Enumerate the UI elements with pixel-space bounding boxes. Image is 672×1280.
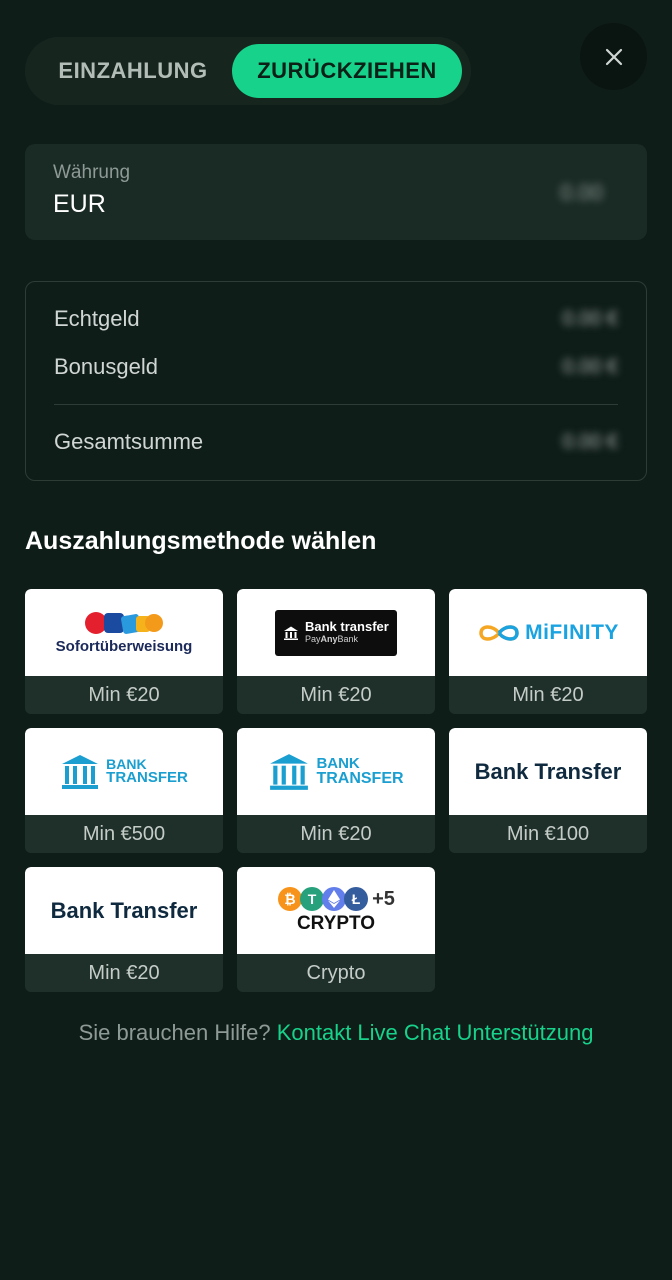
payment-method-grid: Sofortüberweisung Min €20 Bank transfer … [25, 589, 647, 992]
bank-transfer-text-logo: Bank Transfer [25, 867, 223, 954]
crypto-extra-count: +5 [372, 887, 395, 910]
section-title: Auszahlungsmethode wählen [25, 527, 377, 555]
method-min: Min €20 [512, 683, 584, 706]
tab-withdraw[interactable]: ZURÜCKZIEHEN [232, 44, 462, 98]
currency-selector[interactable]: Währung EUR 0.00 [25, 144, 647, 240]
currency-label: Währung [53, 162, 131, 183]
real-money-label: Echtgeld [54, 306, 140, 331]
total-amount: 0.00 € [562, 430, 618, 453]
help-footer: Sie brauchen Hilfe? Kontakt Live Chat Un… [0, 1020, 672, 1046]
balance-summary: Echtgeld 0.00 € Bonusgeld 0.00 € Gesamts… [25, 281, 647, 481]
crypto-logo: ₿ T Ł +5 CRYPTO [237, 867, 435, 954]
bank-transfer-logo-text: Bank Transfer [50, 897, 198, 923]
close-button[interactable] [580, 23, 647, 90]
bank-transfer-text-2: TRANSFER [106, 769, 188, 787]
currency-value: EUR [53, 190, 106, 218]
real-money-row: Echtgeld 0.00 € [54, 306, 618, 332]
bank-transfer-text-2: TRANSFER [316, 770, 404, 788]
bank-transfer-text-1: BANK [316, 754, 360, 772]
payanybank-logo: Bank transfer PayAnyBank [237, 589, 435, 676]
mifinity-logo: MiFINITY [449, 589, 647, 676]
crypto-logo-text: CRYPTO [296, 913, 376, 934]
method-bank-transfer-4[interactable]: Bank Transfer Min €20 [25, 867, 223, 992]
bonus-money-label: Bonusgeld [54, 354, 158, 379]
bank-building-icon [270, 753, 309, 790]
total-row: Gesamtsumme 0.00 € [54, 429, 618, 455]
tab-switcher: EINZAHLUNG ZURÜCKZIEHEN [25, 37, 471, 105]
bank-transfer-text-logo: Bank Transfer [449, 728, 647, 815]
method-min: Crypto [306, 961, 366, 984]
bonus-money-row: Bonusgeld 0.00 € [54, 354, 618, 380]
method-min: Min €20 [300, 822, 372, 845]
close-icon [605, 48, 622, 65]
bank-icon [284, 626, 298, 640]
bank-transfer-logo: BANK TRANSFER [25, 728, 223, 815]
help-text: Sie brauchen Hilfe? [78, 1020, 271, 1045]
withdraw-modal: EINZAHLUNG ZURÜCKZIEHEN Währung EUR 0.00… [0, 0, 672, 1280]
method-mifinity[interactable]: MiFINITY Min €20 [449, 589, 647, 714]
payanybank-title: Bank transfer [305, 619, 389, 635]
method-min: Min €20 [88, 683, 160, 706]
total-label: Gesamtsumme [54, 429, 204, 454]
method-sofort[interactable]: Sofortüberweisung Min €20 [25, 589, 223, 714]
svg-text:T: T [308, 891, 317, 907]
method-crypto[interactable]: ₿ T Ł +5 CRYPTO Crypto [237, 867, 435, 992]
sofort-logo-icon [84, 612, 163, 634]
mifinity-logo-text: MiFINITY [525, 620, 619, 644]
bank-building-icon [62, 754, 99, 789]
svg-text:Ł: Ł [352, 891, 361, 907]
tab-deposit[interactable]: EINZAHLUNG [34, 44, 232, 98]
method-bank-transfer-1[interactable]: BANK TRANSFER Min €500 [25, 728, 223, 853]
currency-balance: 0.00 [560, 180, 603, 205]
real-money-amount: 0.00 € [562, 307, 618, 330]
method-bank-transfer-2[interactable]: BANK TRANSFER Min €20 [237, 728, 435, 853]
method-min: Min €20 [88, 961, 160, 984]
infinity-icon [479, 624, 519, 641]
bonus-money-amount: 0.00 € [562, 355, 618, 378]
method-min: Min €100 [506, 822, 590, 845]
payanybank-subtitle: PayAnyBank [305, 633, 359, 644]
method-min: Min €20 [300, 683, 372, 706]
method-min: Min €500 [82, 822, 166, 845]
sofort-logo-text: Sofortüberweisung [55, 638, 193, 655]
method-payanybank[interactable]: Bank transfer PayAnyBank Min €20 [237, 589, 435, 714]
divider [54, 404, 618, 405]
svg-text:₿: ₿ [284, 891, 295, 907]
bank-transfer-logo: BANK TRANSFER [237, 728, 435, 815]
sofort-logo: Sofortüberweisung [25, 589, 223, 676]
method-bank-transfer-3[interactable]: Bank Transfer Min €100 [449, 728, 647, 853]
live-chat-link[interactable]: Kontakt Live Chat Unterstützung [277, 1020, 594, 1045]
bank-transfer-logo-text: Bank Transfer [474, 758, 622, 784]
crypto-coins-icon: ₿ T Ł [278, 887, 369, 911]
